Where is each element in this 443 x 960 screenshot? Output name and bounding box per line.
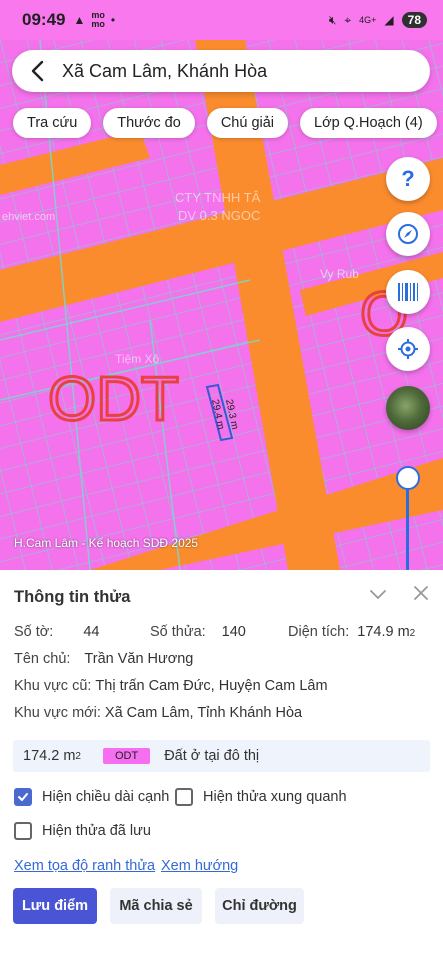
- compass-button[interactable]: [386, 212, 430, 256]
- checkbox-unchecked-icon[interactable]: [14, 822, 32, 840]
- location-icon: ⌖: [344, 12, 352, 27]
- khu-vuc-cu-label: Khu vực cũ:: [14, 678, 92, 694]
- row-ten-chu: Tên chủ: Trần Văn Hương: [14, 651, 193, 667]
- signal-icon: ◢: [384, 13, 394, 27]
- row-khu-vuc-moi: Khu vực mới: Xã Cam Lâm, Tỉnh Khánh Hòa: [14, 705, 302, 721]
- directions-button[interactable]: Chỉ đường: [215, 888, 304, 924]
- status-time: 09:49: [22, 10, 66, 29]
- ten-chu-label: Tên chủ:: [14, 651, 71, 667]
- checkbox-label: Hiện chiều dài cạnh: [42, 789, 170, 805]
- map-layer-caption: H.Cam Lâm - Kế hoạch SDĐ 2025: [14, 536, 199, 550]
- status-bar: 09:49 ▲ mo mo • 🔇︎ ⌖ 4G+ ◢ 78: [0, 0, 443, 40]
- crosshair-icon: [398, 339, 418, 359]
- checkbox-checked-icon[interactable]: [14, 788, 32, 806]
- dien-tich-value: 174.9 m: [357, 624, 410, 640]
- parcel-info-panel: Thông tin thửa Số tờ: 44 Số thửa: 140 Di…: [0, 570, 443, 960]
- checkbox-hien-chieu-dai-canh[interactable]: Hiện chiều dài cạnh: [14, 788, 169, 806]
- chip-tra-cuu[interactable]: Tra cứu: [13, 108, 92, 138]
- so-to-value: 44: [83, 624, 100, 640]
- chip-bar: Tra cứu Thước đo Chú giải Lớp Q.Hoạch (4…: [13, 108, 437, 138]
- so-thua-value: 140: [221, 624, 246, 640]
- checkbox-unchecked-icon[interactable]: [175, 788, 193, 806]
- system-icons: 🔇︎ ⌖ 4G+ ◢ 78: [329, 12, 427, 28]
- link-xem-toa-do[interactable]: Xem tọa độ ranh thửa: [14, 858, 155, 874]
- battery-indicator: 78: [401, 12, 427, 28]
- opacity-slider-knob[interactable]: [396, 466, 420, 490]
- chip-lop-quy-hoach[interactable]: Lớp Q.Hoạch (4): [300, 108, 437, 138]
- row-khu-vuc-cu: Khu vực cũ: Thị trấn Cam Đức, Huyện Cam …: [14, 678, 328, 694]
- close-icon[interactable]: [412, 584, 430, 602]
- land-use-tag: ODT: [102, 748, 151, 764]
- dien-tich-unit-sup: 2: [409, 628, 416, 639]
- help-button[interactable]: ?: [386, 157, 430, 201]
- watermark-2: DV 0.3 NGOC: [178, 208, 260, 223]
- khu-vuc-moi-value: Xã Cam Lâm, Tỉnh Khánh Hòa: [104, 705, 303, 721]
- locate-button[interactable]: [386, 327, 430, 371]
- dien-tich-label: Diện tích:: [288, 624, 350, 640]
- land-use-description: Đất ở tại đô thị: [164, 748, 260, 764]
- momo-icon: mo mo: [91, 10, 105, 29]
- search-bar[interactable]: Xã Cam Lâm, Khánh Hòa: [12, 50, 430, 92]
- back-arrow-icon[interactable]: [26, 60, 48, 82]
- warning-icon: ▲: [73, 13, 86, 27]
- checkbox-hien-thua-xung-quanh[interactable]: Hiện thửa xung quanh: [175, 788, 347, 806]
- watermark-3: ehviet.com: [2, 211, 55, 223]
- so-thua-label: Số thửa:: [150, 624, 206, 640]
- share-code-button[interactable]: Mã chia sẻ: [110, 888, 202, 924]
- watermark-1: CTY TNHH TÂ: [175, 190, 261, 205]
- khu-vuc-cu-value: Thị trấn Cam Đức, Huyện Cam Lâm: [95, 678, 328, 694]
- compass-icon: [398, 224, 418, 244]
- save-point-button[interactable]: Lưu điểm: [13, 888, 97, 924]
- chip-chu-giai[interactable]: Chú giải: [206, 108, 289, 138]
- panel-title: Thông tin thửa: [14, 588, 131, 606]
- row-so-thua: Số thửa: 140: [150, 624, 246, 640]
- mute-icon: 🔇︎: [328, 12, 337, 27]
- satellite-layer-toggle[interactable]: [386, 386, 430, 430]
- opacity-slider-track[interactable]: [406, 478, 409, 570]
- link-xem-huong[interactable]: Xem hướng: [161, 858, 238, 874]
- khu-vuc-moi-label: Khu vực mới:: [14, 705, 101, 721]
- watermark-4: Vy Rub: [320, 267, 359, 281]
- area-value: 174.2 m: [23, 748, 76, 764]
- chip-thuoc-do[interactable]: Thước đo: [103, 108, 195, 138]
- area-unit-sup: 2: [75, 750, 81, 762]
- row-dien-tich: Diện tích: 174.9 m 2: [288, 624, 415, 640]
- checkbox-label: Hiện thửa xung quanh: [203, 789, 347, 805]
- ten-chu-value: Trần Văn Hương: [84, 651, 194, 667]
- question-icon: ?: [401, 166, 415, 191]
- search-location-text[interactable]: Xã Cam Lâm, Khánh Hòa: [62, 61, 267, 82]
- row-so-to: Số tờ: 44: [14, 624, 99, 640]
- checkbox-hien-thua-da-luu[interactable]: Hiện thửa đã lưu: [14, 822, 151, 840]
- chevron-down-icon[interactable]: [368, 584, 388, 604]
- dot-icon: •: [110, 13, 116, 27]
- land-use-summary: 174.2 m 2 ODT Đất ở tại đô thị: [13, 740, 430, 772]
- watermark-5: Tiệm Xô: [115, 352, 160, 366]
- barcode-icon: [398, 283, 418, 301]
- notification-icons: ▲ mo mo •: [73, 11, 115, 29]
- so-to-label: Số tờ:: [14, 624, 54, 640]
- zone-label-odt: ODT: [48, 365, 179, 434]
- barcode-button[interactable]: [386, 270, 430, 314]
- checkbox-label: Hiện thửa đã lưu: [42, 823, 151, 839]
- network-type: 4G+: [359, 15, 377, 25]
